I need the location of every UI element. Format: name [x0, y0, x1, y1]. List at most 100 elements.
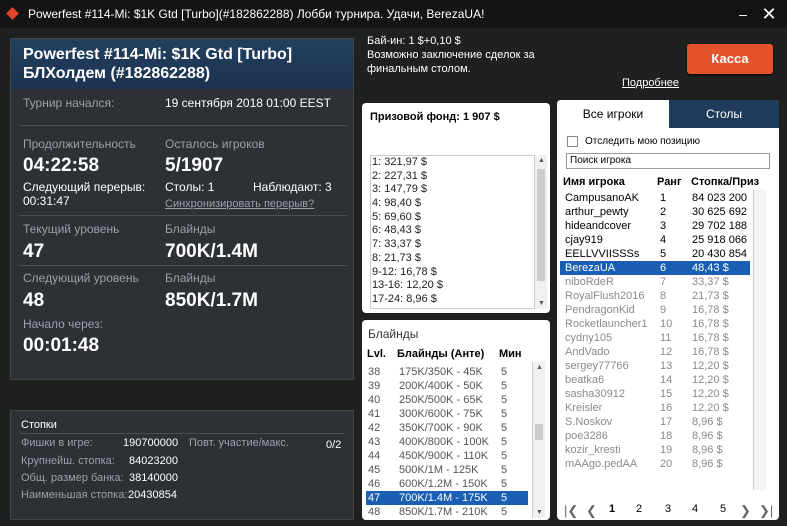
player-name: sasha30912	[565, 388, 625, 400]
player-search-input[interactable]: Поиск игрока	[566, 153, 770, 169]
stacks-title: Стопки	[21, 419, 57, 431]
player-row[interactable]: kozir_kresti 19 8,96 $	[560, 443, 750, 457]
blinds-panel: Блайнды Lvl. Блайнды (Анте) Мин 38 175K/3…	[362, 320, 550, 520]
player-stack: 12,20 $	[692, 402, 729, 414]
player-row[interactable]: PendragonKid 9 16,78 $	[560, 303, 750, 317]
player-name: kozir_kresti	[565, 444, 621, 456]
prev-page-icon[interactable]: ❮	[586, 503, 597, 519]
scroll-thumb[interactable]	[535, 424, 543, 440]
player-rank: 13	[660, 360, 673, 372]
tournament-name: Powerfest #114-Mi: $1K Gtd [Turbo]	[23, 46, 293, 63]
player-row[interactable]: hideandcover 3 29 702 188	[560, 219, 750, 233]
more-info-link[interactable]: Подробнее	[622, 77, 679, 89]
blinds-scrollbar[interactable]: ▲ ▼	[532, 362, 545, 518]
player-row[interactable]: EELLVVIISSSs 5 20 430 854	[560, 247, 750, 261]
player-stack: 12,20 $	[692, 360, 729, 372]
tab-all-players[interactable]: Все игроки	[557, 100, 669, 128]
player-row[interactable]: sergey77766 13 12,20 $	[560, 359, 750, 373]
player-row[interactable]: BerezaUA 6 48,43 $	[560, 261, 750, 275]
player-row[interactable]: Rocketlauncher1 10 16,78 $	[560, 317, 750, 331]
minimize-button[interactable]: –	[733, 4, 753, 24]
player-rank: 16	[660, 402, 673, 414]
blind-minutes: 5	[501, 436, 508, 448]
smallest-value: 20430854	[128, 489, 177, 501]
player-row[interactable]: sasha30912 15 12,20 $	[560, 387, 750, 401]
last-page-icon[interactable]: ❯|	[759, 503, 773, 519]
player-row[interactable]: Kreisler 16 12,20 $	[560, 401, 750, 415]
player-row[interactable]: CampusanoAK 1 84 023 200	[560, 191, 750, 205]
page-1[interactable]: 1	[609, 503, 615, 515]
sync-break-link[interactable]: Синхронизировать перерыв?	[165, 198, 314, 210]
prize-scrollbar[interactable]: ▲ ▼	[534, 155, 547, 309]
scroll-up-icon[interactable]: ▲	[536, 364, 543, 371]
smallest-label: Наименьшая стопка:	[21, 489, 128, 501]
scroll-thumb[interactable]	[537, 169, 545, 281]
player-row[interactable]: arthur_pewty 2 30 625 692	[560, 205, 750, 219]
blind-values: 350K/700K - 90K	[399, 422, 483, 434]
close-button[interactable]: ✕	[759, 4, 779, 24]
duration-label: Продолжительность	[23, 137, 136, 151]
blind-values: 300K/600K - 75K	[399, 408, 483, 420]
players-tabs: Все игроки Столы	[557, 100, 779, 128]
prize-pool-title: Призовой фонд: 1 907 $	[370, 111, 500, 123]
blind-minutes: 5	[501, 506, 508, 518]
average-value: 38140000	[129, 472, 178, 484]
scroll-down-icon[interactable]: ▼	[538, 300, 545, 307]
blinds-col-min: Мин	[499, 348, 522, 360]
blinds-title: Блайнды	[368, 327, 419, 341]
track-position-label: Отследить мою позицию	[585, 136, 700, 147]
player-row[interactable]: RoyalFlush2016 8 21,73 $	[560, 289, 750, 303]
player-name: arthur_pewty	[565, 206, 629, 218]
player-name: CampusanoAK	[565, 192, 639, 204]
prize-row: 13-16: 12,20 $	[372, 279, 443, 292]
scroll-up-icon[interactable]: ▲	[538, 157, 545, 164]
blind-values: 200K/400K - 50K	[399, 380, 483, 392]
blind-level: 38	[368, 366, 381, 378]
player-row[interactable]: mAAgo.pedAA 20 8,96 $	[560, 457, 750, 471]
blind-level: 39	[368, 380, 381, 392]
track-position-checkbox[interactable]	[567, 136, 578, 147]
player-row[interactable]: S.Noskov 17 8,96 $	[560, 415, 750, 429]
prize-row: 6: 48,43 $	[372, 224, 421, 237]
player-stack: 8,96 $	[692, 416, 723, 428]
player-row[interactable]: cjay919 4 25 918 066	[560, 233, 750, 247]
blind-level: 41	[368, 408, 381, 420]
player-stack: 30 625 692	[692, 206, 748, 218]
player-row[interactable]: cydny105 11 16,78 $	[560, 331, 750, 345]
next-page-icon[interactable]: ❯	[740, 503, 751, 519]
blind-level: 45	[368, 464, 381, 476]
prize-pool-panel: Призовой фонд: 1 907 $ 1: 321,97 $2: 227…	[362, 103, 550, 313]
started-value: 19 сентября 2018 01:00 EEST	[165, 96, 331, 110]
current-level-label: Текущий уровень	[23, 222, 120, 236]
blind-minutes: 5	[501, 464, 508, 476]
player-row[interactable]: beatka6 14 12,20 $	[560, 373, 750, 387]
largest-value: 84023200	[129, 455, 178, 467]
blinds-row: 40 250K/500K - 65K 5	[366, 393, 528, 407]
cashier-button[interactable]: Касса	[687, 44, 773, 74]
page-2[interactable]: 2	[636, 503, 642, 515]
rebuy-value: 0/2	[326, 439, 342, 451]
scroll-down-icon[interactable]: ▼	[536, 509, 543, 516]
player-stack: 84 023 200	[692, 192, 748, 204]
player-rank: 1	[660, 192, 667, 204]
player-stack: 12,20 $	[692, 374, 729, 386]
player-row[interactable]: AndVado 12 16,78 $	[560, 345, 750, 359]
player-row[interactable]: poe3286 18 8,96 $	[560, 429, 750, 443]
page-5[interactable]: 5	[720, 503, 726, 515]
tab-tables[interactable]: Столы	[669, 100, 779, 128]
player-rank: 5	[660, 248, 667, 260]
blind-minutes: 5	[501, 380, 508, 392]
blind-level: 48	[368, 506, 381, 518]
page-4[interactable]: 4	[692, 503, 698, 515]
player-row[interactable]: niboRdeR 7 33,37 $	[560, 275, 750, 289]
prize-row: 5: 69,60 $	[372, 210, 421, 223]
player-stack: 29 702 188	[692, 220, 748, 232]
prize-row: 1: 321,97 $	[372, 156, 428, 168]
prize-row: 8: 21,73 $	[372, 251, 421, 264]
first-page-icon[interactable]: |❮	[564, 503, 578, 519]
buyin-info: Бай-ин: 1 $+0,10 $ Возможно заключение с…	[367, 34, 557, 76]
blind-level: 47	[368, 492, 381, 504]
blind-minutes: 5	[501, 422, 508, 434]
players-scrollbar[interactable]	[753, 190, 766, 490]
page-3[interactable]: 3	[665, 503, 671, 515]
